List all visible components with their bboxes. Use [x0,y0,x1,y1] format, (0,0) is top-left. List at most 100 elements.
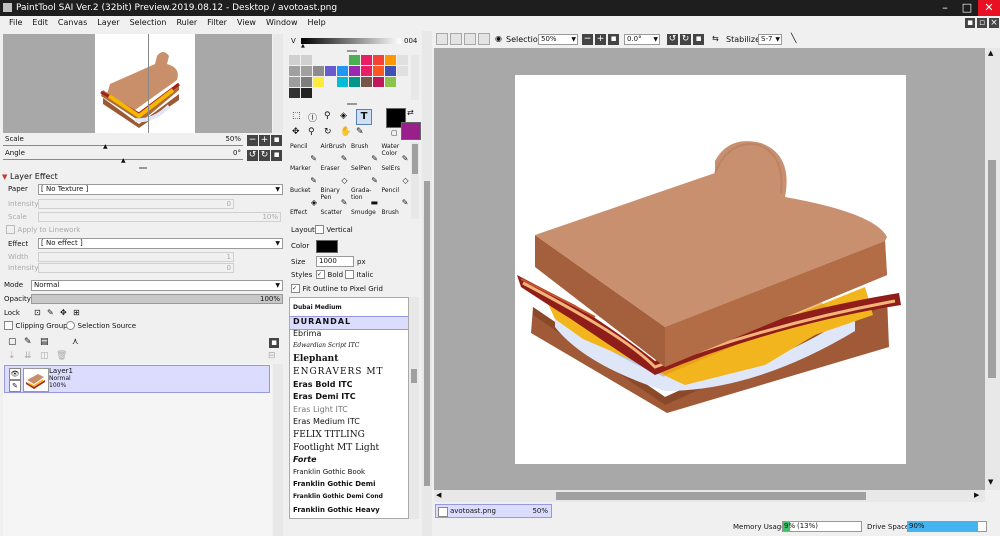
new-folder-icon[interactable]: ▤ [40,337,49,347]
brush-tool-marker[interactable]: Marker ✎ [289,164,319,186]
color-swatch[interactable] [337,77,348,87]
delete-layer-icon[interactable]: 🗑 [56,351,67,361]
toolbar-zoom-in-button[interactable]: + [595,34,606,45]
color-swatch[interactable] [325,77,336,87]
angle-dropdown[interactable]: 0.0° ▼ [624,34,660,45]
value-slider-thumb[interactable]: ▲ [301,43,305,49]
font-list-item[interactable]: Franklin Gothic Demi [290,480,408,492]
angle-slider-thumb[interactable]: ▲ [121,157,126,164]
brush-tool-smudge[interactable]: Smudge [350,208,380,230]
color-swatch[interactable] [289,66,300,76]
font-list-item[interactable]: DURANDAL [290,315,408,330]
visibility-eye-icon[interactable]: 👁 [9,368,21,380]
zoom-in-button[interactable]: + [259,135,270,146]
effect-width-slider[interactable]: 1 [38,252,234,262]
angle-slider[interactable]: Angle 0° ▲ [3,149,243,164]
magic-wand-icon[interactable]: ⚲ [324,111,331,121]
canvas-vertical-scrollbar[interactable]: ▲ ▼ [985,48,1000,490]
font-list-scroll-thumb[interactable] [411,369,417,383]
rotate-left-button[interactable]: ↺ [247,150,258,161]
brush-tool-eraser[interactable]: Eraser ◇ [320,164,350,186]
selection-source-radio[interactable]: Selection Source [66,321,136,330]
color-swatch[interactable] [361,66,372,76]
color-swatch[interactable] [361,77,372,87]
toolbar-zoom-reset-button[interactable]: ▪ [608,34,619,45]
font-list-item[interactable]: Edwardian Script ITC [290,342,408,354]
lock-pen-icon[interactable]: ✎ [47,308,54,317]
zoom-reset-button[interactable]: ▪ [271,135,282,146]
canvas-document[interactable] [515,75,906,464]
value-slider[interactable] [301,38,401,44]
color-swatch[interactable] [301,66,312,76]
navigator-scrollbar[interactable] [273,34,283,133]
zoom-tool-icon[interactable]: ⚲ [308,127,315,137]
hand-tool-icon[interactable]: ✋ [340,127,351,137]
font-list-item[interactable]: Dubai Medium [290,304,408,316]
panel-splitter[interactable] [347,50,357,52]
color-swatch[interactable] [397,77,408,87]
color-swatch[interactable] [373,55,384,65]
lasso-tool-icon[interactable]: ⓛ [308,111,317,124]
color-swatch[interactable] [301,55,312,65]
color-swatch[interactable] [337,55,348,65]
layer-panel-toggle-button[interactable]: ▪ [269,338,279,348]
color-swatch[interactable] [313,88,324,98]
menu-window[interactable]: Window [261,16,303,30]
scroll-left-icon[interactable]: ◀ [436,491,441,499]
menu-help[interactable]: Help [303,16,331,30]
color-swatch[interactable] [313,66,324,76]
toolbar-button-4[interactable] [478,33,490,45]
layer-pen-icon[interactable]: ✎ [9,380,21,392]
color-swatch[interactable] [373,66,384,76]
zoom-dropdown[interactable]: 50% ▼ [538,34,578,45]
effect-dropdown[interactable]: [ No effect ] ▼ [38,238,283,249]
color-swatch[interactable] [385,77,396,87]
font-list-item[interactable]: ENGRAVERS MT [290,367,408,379]
color-swatch[interactable] [373,77,384,87]
color-swatch[interactable] [313,77,324,87]
menu-file[interactable]: File [4,16,27,30]
opacity-slider[interactable]: 100% [31,294,283,304]
background-color[interactable] [401,122,421,140]
font-list-item[interactable]: Footlight MT Light [290,443,408,455]
paper-dropdown[interactable]: [ No Texture ] ▼ [38,184,283,195]
canvas-horizontal-thumb[interactable] [556,492,866,500]
maximize-button[interactable]: □ [956,0,978,16]
menu-filter[interactable]: Filter [202,16,232,30]
rotate-tool-icon[interactable]: ↻ [324,127,332,137]
font-list-item[interactable]: FELIX TITLING [290,430,408,442]
toolbar-rotate-reset-button[interactable]: ▪ [693,34,704,45]
clear-layer-icon[interactable]: ◫ [40,351,49,361]
transfer-down-icon[interactable]: ⇣ [8,351,16,361]
color-swatch[interactable] [337,66,348,76]
color-swatch[interactable] [385,66,396,76]
rotate-right-button[interactable]: ↻ [259,150,270,161]
blend-mode-dropdown[interactable]: Normal ▼ [31,280,283,291]
panel-splitter[interactable] [347,103,357,105]
font-list-item[interactable]: Eras Light ITC [290,405,408,417]
menu-canvas[interactable]: Canvas [53,16,92,30]
rotate-reset-button[interactable]: ▪ [271,150,282,161]
canvas-horizontal-scrollbar[interactable]: ◀ ▶ [434,490,985,502]
scale-slider[interactable]: Scale 50% ▲ [3,135,243,150]
move-tool-icon[interactable]: ✥ [292,127,300,137]
brush-tool-brush[interactable]: Brush ✎ [350,142,380,164]
apply-linework-checkbox[interactable]: Apply to Linework [6,225,80,234]
color-swatch[interactable] [349,55,360,65]
color-swatch[interactable] [325,88,336,98]
color-swatch[interactable] [349,77,360,87]
canvas-vertical-thumb[interactable] [988,160,996,378]
menu-edit[interactable]: Edit [27,16,53,30]
layer-list-scrollbar[interactable] [273,364,283,536]
color-swatch[interactable] [289,88,300,98]
canvas-viewport[interactable] [434,48,985,490]
zoom-out-button[interactable]: − [247,135,258,146]
font-list-item[interactable]: Eras Medium ITC [290,417,408,429]
text-tool-icon[interactable]: T [356,109,372,125]
color-swatch[interactable] [301,77,312,87]
toolbar-button-3[interactable] [464,33,476,45]
brush-tool-binary-pen[interactable]: Binary Pen ✎ [320,186,350,208]
navigator-preview[interactable] [3,34,272,133]
color-swatch[interactable] [349,66,360,76]
font-list-item[interactable]: Eras Demi ITC [290,392,408,404]
